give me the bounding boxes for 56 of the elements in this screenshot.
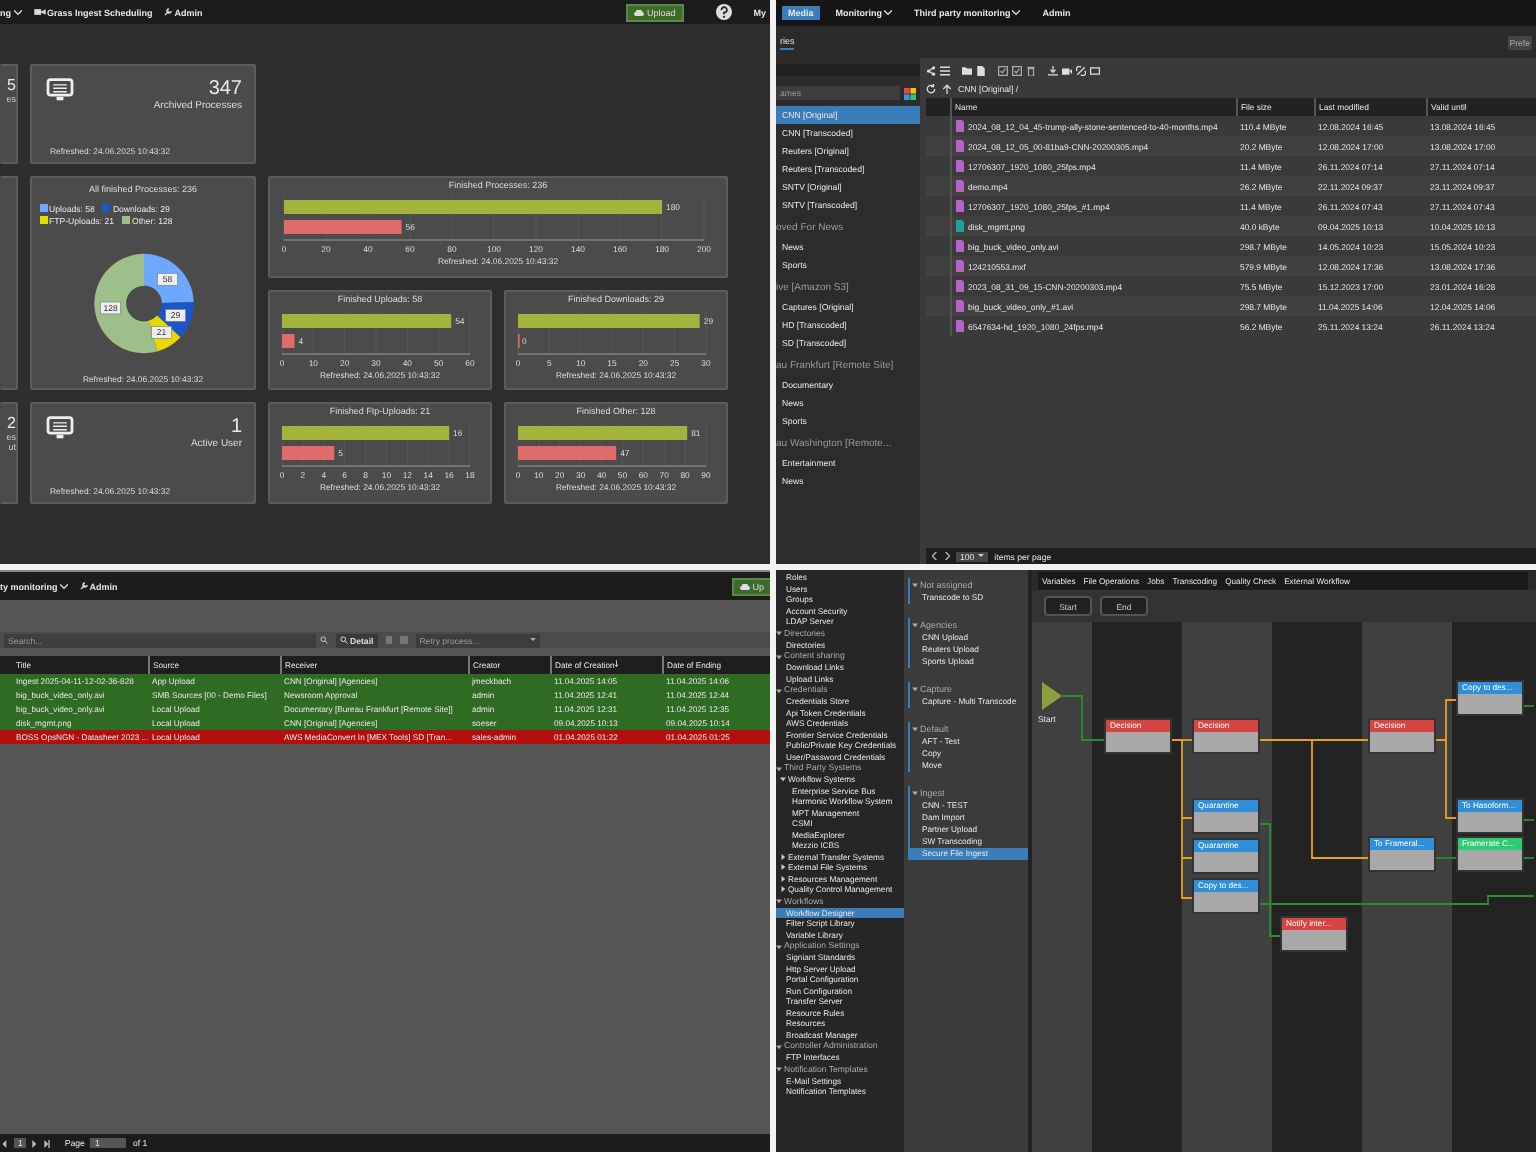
connector-line[interactable]: [1523, 819, 1535, 821]
search-icon: [340, 636, 348, 644]
doc-icon[interactable]: [976, 65, 986, 75]
cloud-icon: [740, 583, 751, 589]
caret-icon: [912, 686, 918, 692]
download-icon[interactable]: [1048, 65, 1058, 75]
connector-line[interactable]: [1445, 739, 1457, 819]
link-icon[interactable]: [1076, 65, 1086, 75]
caret-icon: [978, 554, 985, 558]
connector-line[interactable]: [1181, 857, 1193, 899]
connector-line[interactable]: [1523, 705, 1535, 707]
sort-arrow-icon: [614, 660, 620, 668]
stat-value: 1: [228, 416, 242, 438]
connector-line[interactable]: [1311, 739, 1369, 859]
help-icon[interactable]: [715, 4, 732, 20]
caret-icon: [13, 9, 21, 15]
caret-icon: [884, 10, 893, 16]
caret-icon: [1012, 10, 1021, 16]
stat-value: 5: [7, 76, 16, 94]
check-icon[interactable]: [1012, 65, 1022, 75]
film-icon[interactable]: [1062, 65, 1072, 75]
monitor-icon: [46, 78, 74, 102]
wrench-icon: [79, 582, 88, 590]
connector-line[interactable]: [1259, 823, 1281, 937]
search-icon: [320, 636, 328, 644]
connector-line[interactable]: [1061, 695, 1105, 741]
caret-icon: [912, 582, 918, 588]
stat-value: 347: [206, 78, 242, 100]
connector-line[interactable]: [1181, 817, 1193, 859]
connector-line[interactable]: [1259, 895, 1535, 905]
last-page-icon[interactable]: [44, 1139, 51, 1147]
start-node[interactable]: [1042, 682, 1062, 710]
folder-icon[interactable]: [962, 65, 972, 75]
wrench-icon: [164, 8, 173, 16]
share-icon[interactable]: [926, 65, 936, 75]
next-icon[interactable]: [944, 552, 950, 560]
upload-arrow-icon[interactable]: [942, 84, 952, 94]
camera-icon: [33, 8, 45, 16]
caret-icon: [59, 583, 68, 589]
list-icon[interactable]: [940, 65, 950, 75]
connector-line[interactable]: [1435, 699, 1457, 741]
monitor-icon: [46, 416, 74, 440]
connector-line[interactable]: [1171, 739, 1193, 819]
first-page-icon[interactable]: [2, 1139, 8, 1147]
cloud-icon: [634, 9, 645, 15]
caret-icon: [529, 638, 536, 642]
refresh-icon[interactable]: [926, 84, 936, 94]
caret-icon: [912, 790, 918, 796]
trash-icon[interactable]: [1026, 65, 1036, 75]
caret-icon: [912, 622, 918, 628]
check-icon[interactable]: [998, 65, 1008, 75]
next-icon[interactable]: [32, 1139, 39, 1147]
stat-value: 2: [7, 414, 16, 432]
caret-icon: [912, 726, 918, 732]
connector-line[interactable]: [1523, 857, 1535, 859]
previous-icon[interactable]: [932, 552, 938, 560]
